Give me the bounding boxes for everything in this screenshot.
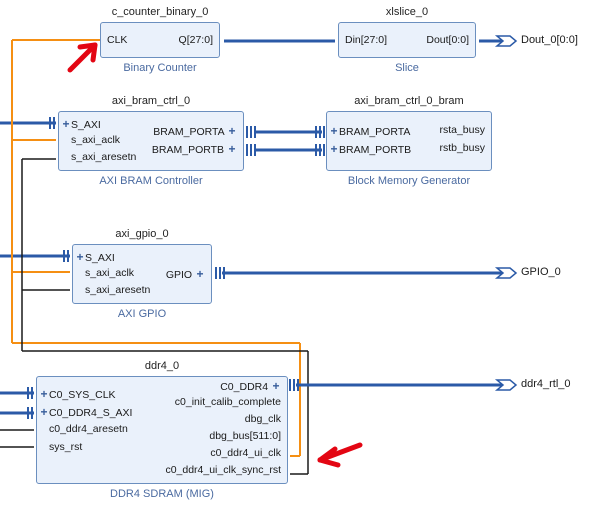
bmg-instance-label: axi_bram_ctrl_0_bram — [326, 95, 492, 107]
bmg-port-porta[interactable]: +BRAM_PORTA — [329, 124, 410, 138]
slice-block[interactable]: Din[27:0] Dout[0:0] — [338, 22, 476, 58]
ddr-instance-label: ddr4_0 — [36, 360, 288, 372]
external-ddr4-label: ddr4_rtl_0 — [521, 378, 571, 390]
ddr-port-dbgclk[interactable]: dbg_clk — [245, 413, 281, 425]
counter-port-q[interactable]: Q[27:0] — [179, 34, 213, 46]
gpio-port-saxi[interactable]: +S_AXI — [75, 250, 115, 264]
bram-ctrl-port-aclk[interactable]: s_axi_aclk — [71, 134, 120, 146]
counter-type-label: Binary Counter — [100, 62, 220, 74]
counter-instance-label: c_counter_binary_0 — [100, 6, 220, 18]
ddr-port-sysrst[interactable]: sys_rst — [49, 441, 82, 453]
ddr-port-ddr4[interactable]: C0_DDR4 + — [220, 379, 281, 393]
gpio-instance-label: axi_gpio_0 — [72, 228, 212, 240]
bram-ctrl-port-saxi[interactable]: +S_AXI — [61, 117, 101, 131]
bmg-port-portb[interactable]: +BRAM_PORTB — [329, 142, 411, 156]
gpio-port-gpio[interactable]: GPIO + — [166, 267, 205, 281]
plus-icon: + — [227, 142, 237, 156]
ddr-port-uiclk[interactable]: c0_ddr4_ui_clk — [210, 447, 281, 459]
bram-ctrl-type-label: AXI BRAM Controller — [58, 175, 244, 187]
ddr-port-uirst[interactable]: c0_ddr4_ui_clk_sync_rst — [165, 464, 281, 476]
plus-icon: + — [271, 379, 281, 393]
ddr-port-sysclk[interactable]: +C0_SYS_CLK — [39, 387, 116, 401]
bram-ctrl-instance-label: axi_bram_ctrl_0 — [58, 95, 244, 107]
gpio-port-aclk[interactable]: s_axi_aclk — [85, 267, 134, 279]
slice-port-dout[interactable]: Dout[0:0] — [426, 34, 469, 46]
plus-icon: + — [39, 387, 49, 401]
plus-icon: + — [61, 117, 71, 131]
bmg-block[interactable]: +BRAM_PORTA +BRAM_PORTB rsta_busy rstb_b… — [326, 111, 492, 171]
ddr-port-init[interactable]: c0_init_calib_complete — [175, 396, 281, 408]
bram-ctrl-port-aresetn[interactable]: s_axi_aresetn — [71, 151, 136, 163]
bmg-type-label: Block Memory Generator — [326, 175, 492, 187]
bram-ctrl-port-porta[interactable]: BRAM_PORTA + — [153, 124, 237, 138]
gpio-block[interactable]: +S_AXI s_axi_aclk s_axi_aresetn GPIO + — [72, 244, 212, 304]
ddr-port-dbgbus[interactable]: dbg_bus[511:0] — [209, 430, 281, 442]
bram-ctrl-port-portb[interactable]: BRAM_PORTB + — [152, 142, 237, 156]
gpio-port-aresetn[interactable]: s_axi_aresetn — [85, 284, 150, 296]
slice-instance-label: xlslice_0 — [338, 6, 476, 18]
plus-icon: + — [329, 124, 339, 138]
bmg-port-rstb[interactable]: rstb_busy — [439, 142, 485, 154]
ddr-port-saxi[interactable]: +C0_DDR4_S_AXI — [39, 405, 132, 419]
counter-port-clk[interactable]: CLK — [107, 34, 127, 46]
external-gpio-label: GPIO_0 — [521, 266, 561, 278]
plus-icon: + — [227, 124, 237, 138]
slice-port-din[interactable]: Din[27:0] — [345, 34, 387, 46]
plus-icon: + — [75, 250, 85, 264]
ddr-type-label: DDR4 SDRAM (MIG) — [36, 488, 288, 500]
gpio-type-label: AXI GPIO — [72, 308, 212, 320]
plus-icon: + — [39, 405, 49, 419]
external-dout-label: Dout_0[0:0] — [521, 34, 578, 46]
counter-block[interactable]: CLK Q[27:0] — [100, 22, 220, 58]
plus-icon: + — [195, 267, 205, 281]
plus-icon: + — [329, 142, 339, 156]
ddr-block[interactable]: +C0_SYS_CLK +C0_DDR4_S_AXI c0_ddr4_arese… — [36, 376, 288, 484]
bram-ctrl-block[interactable]: +S_AXI s_axi_aclk s_axi_aresetn BRAM_POR… — [58, 111, 244, 171]
bmg-port-rsta[interactable]: rsta_busy — [439, 124, 485, 136]
slice-type-label: Slice — [338, 62, 476, 74]
ddr-port-aresetn[interactable]: c0_ddr4_aresetn — [49, 423, 128, 435]
